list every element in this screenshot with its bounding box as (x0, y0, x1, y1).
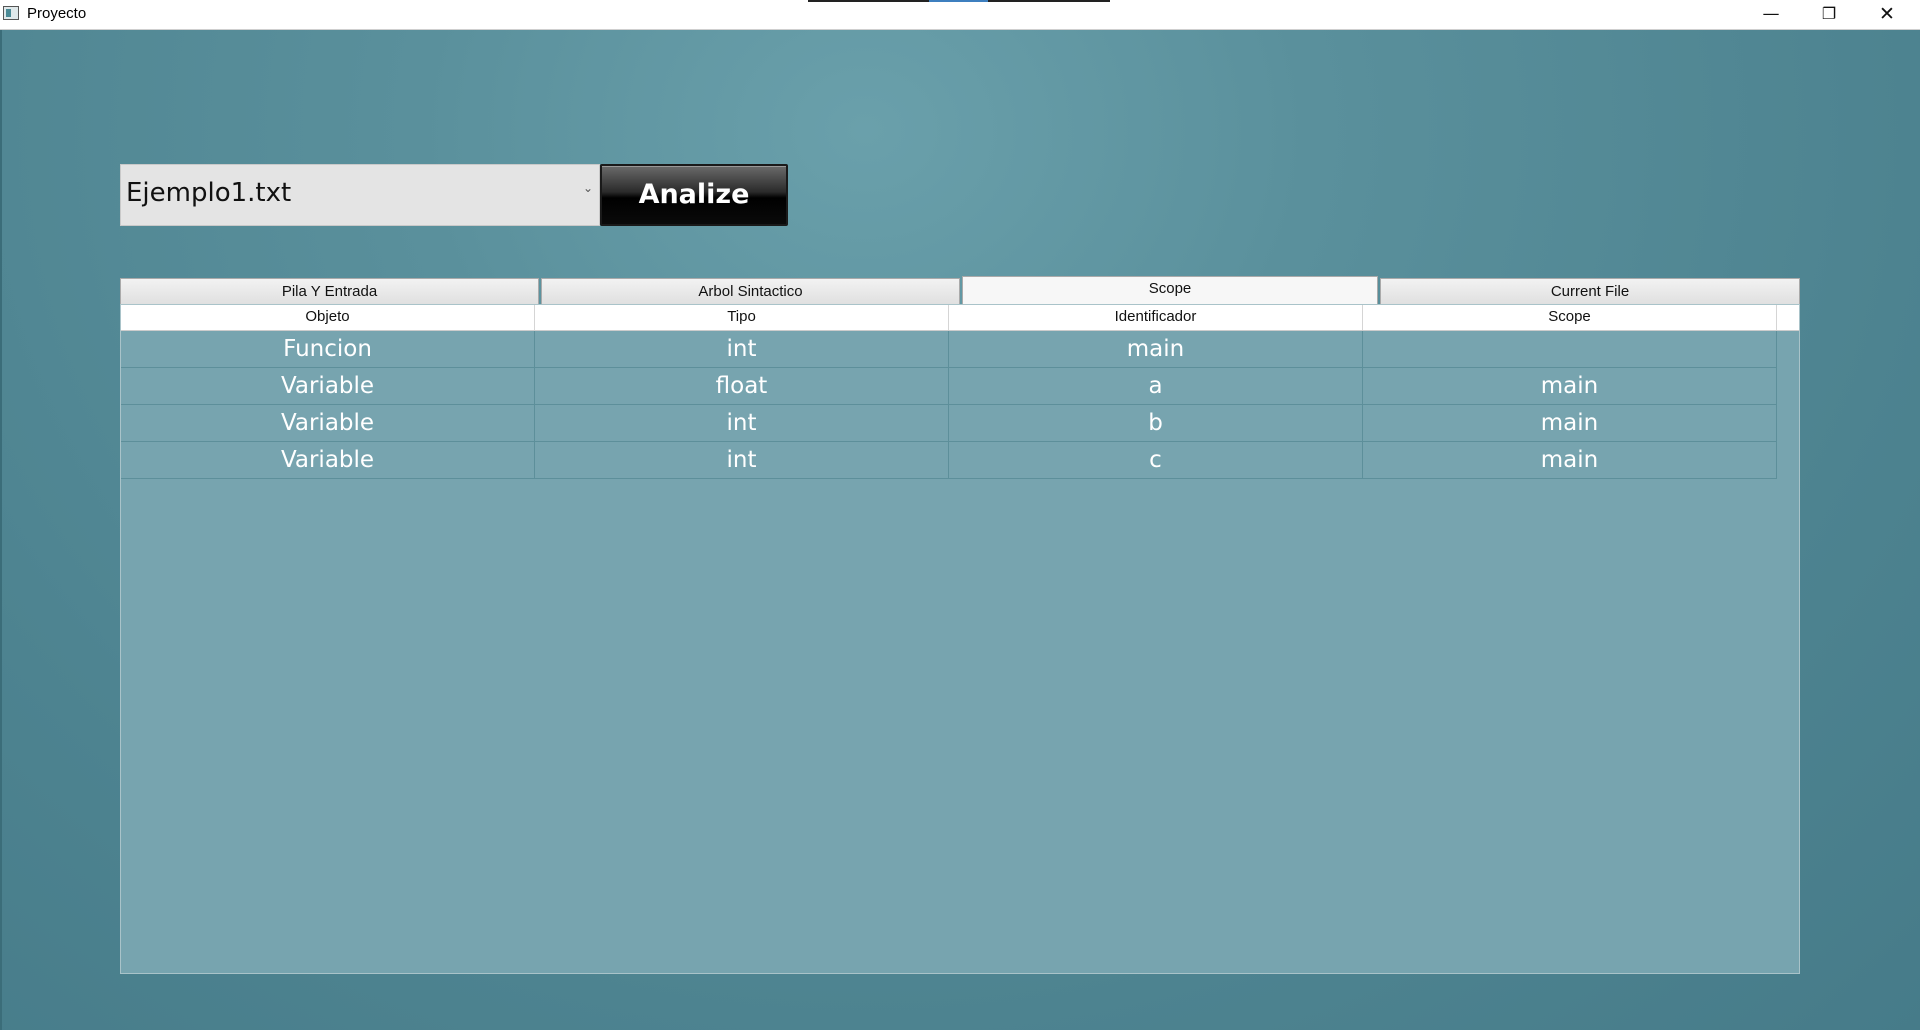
tab-pila-y-entrada[interactable]: Pila Y Entrada (120, 278, 539, 304)
cell-scope[interactable]: main (1363, 368, 1777, 405)
column-header-identificador[interactable]: Identificador (949, 305, 1363, 330)
cell-identificador[interactable]: main (949, 331, 1363, 368)
table-row[interactable]: Variable int c main (121, 442, 1777, 479)
cell-tipo[interactable]: float (535, 368, 949, 405)
minimize-icon[interactable]: — (1742, 0, 1800, 29)
close-icon[interactable]: ✕ (1858, 0, 1916, 29)
tab-panel: Pila Y Entrada Arbol Sintactico Scope Cu… (120, 276, 1800, 974)
file-select[interactable]: Ejemplo1.txt ⌄ (120, 164, 600, 226)
grid-header: Objeto Tipo Identificador Scope (121, 305, 1799, 331)
cell-scope[interactable]: main (1363, 405, 1777, 442)
tab-scope[interactable]: Scope (962, 276, 1378, 304)
title-stripe (808, 0, 1110, 2)
cell-tipo[interactable]: int (535, 405, 949, 442)
table-row[interactable]: Variable int b main (121, 405, 1777, 442)
cell-identificador[interactable]: a (949, 368, 1363, 405)
restore-icon[interactable]: ❐ (1800, 0, 1858, 29)
tab-current-file[interactable]: Current File (1380, 278, 1800, 304)
table-row[interactable]: Variable float a main (121, 368, 1777, 405)
analyze-button[interactable]: Analize (600, 164, 788, 226)
cell-tipo[interactable]: int (535, 331, 949, 368)
tab-strip: Pila Y Entrada Arbol Sintactico Scope Cu… (120, 276, 1800, 304)
cell-scope[interactable] (1363, 331, 1777, 368)
file-select-value: Ejemplo1.txt (126, 178, 292, 208)
cell-objeto[interactable]: Variable (121, 405, 535, 442)
cell-objeto[interactable]: Variable (121, 442, 535, 479)
cell-identificador[interactable]: b (949, 405, 1363, 442)
table-row[interactable]: Funcion int main (121, 331, 1777, 368)
chevron-down-icon[interactable]: ⌄ (581, 181, 595, 203)
title-bar: Proyecto — ❐ ✕ (0, 0, 1920, 30)
column-header-tipo[interactable]: Tipo (535, 305, 949, 330)
cell-identificador[interactable]: c (949, 442, 1363, 479)
cell-objeto[interactable]: Variable (121, 368, 535, 405)
cell-tipo[interactable]: int (535, 442, 949, 479)
column-header-objeto[interactable]: Objeto (121, 305, 535, 330)
tab-arbol-sintactico[interactable]: Arbol Sintactico (541, 278, 960, 304)
cell-scope[interactable]: main (1363, 442, 1777, 479)
cell-objeto[interactable]: Funcion (121, 331, 535, 368)
scope-tab-content: Objeto Tipo Identificador Scope Funcion … (120, 304, 1800, 974)
app-icon (3, 6, 19, 20)
window-title: Proyecto (27, 5, 87, 22)
column-header-scope[interactable]: Scope (1363, 305, 1777, 330)
